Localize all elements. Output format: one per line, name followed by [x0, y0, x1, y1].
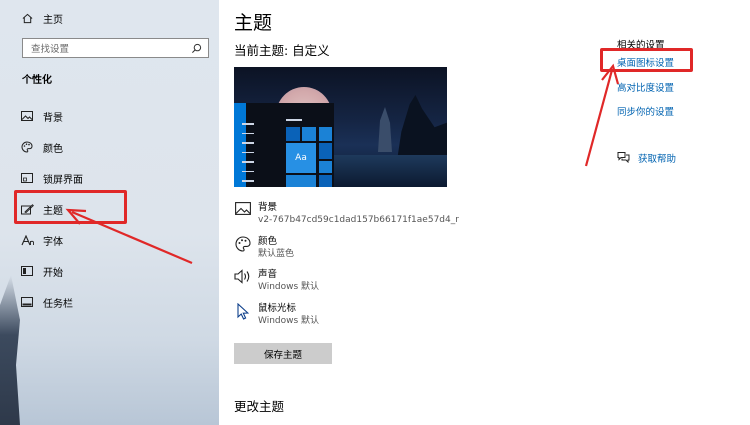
search-input[interactable]: 查找设置 — [22, 38, 209, 58]
cursor-icon — [234, 303, 252, 321]
image-icon — [18, 109, 36, 123]
preview-window: Aa — [234, 103, 334, 187]
wallpaper-silhouette — [0, 275, 20, 425]
theme-preview: Aa — [234, 67, 447, 187]
sidebar-item-label: 颜色 — [43, 143, 63, 155]
preview-tile — [302, 127, 316, 141]
image-icon — [234, 202, 252, 220]
sidebar-item-lock-screen[interactable]: 锁屏界面 — [18, 167, 213, 189]
sidebar-item-label: 开始 — [43, 267, 63, 279]
highlight-box-desktop-icon — [600, 48, 693, 72]
preview-tile — [319, 127, 332, 141]
start-icon — [18, 264, 36, 278]
sidebar-item-start[interactable]: 开始 — [18, 260, 213, 282]
property-value: 默认蓝色 — [258, 249, 295, 259]
taskbar-icon — [18, 295, 36, 309]
page-title: 主题 — [234, 12, 273, 34]
sidebar-item-label: 字体 — [43, 236, 63, 248]
sidebar-item-background[interactable]: 背景 — [18, 105, 213, 127]
highlight-box-themes — [14, 190, 127, 224]
property-name: 声音 — [258, 269, 278, 280]
link-sync-settings[interactable]: 同步你的设置 — [617, 104, 674, 118]
property-sound[interactable]: 声音 Windows 默认 — [234, 269, 319, 293]
settings-sidebar: 主页 查找设置 个性化 背景 颜色 锁屏界面 主题 字体 开始 任务栏 — [0, 0, 219, 425]
home-nav-item[interactable]: 主页 — [22, 9, 63, 28]
sidebar-item-colors[interactable]: 颜色 — [18, 136, 213, 158]
link-high-contrast-settings[interactable]: 高对比度设置 — [617, 80, 674, 94]
speaker-icon — [234, 269, 252, 287]
preview-menu-lines — [242, 123, 254, 187]
preview-tile — [319, 175, 332, 187]
search-icon — [191, 39, 202, 58]
current-theme-heading: 当前主题: 自定义 — [234, 43, 330, 58]
save-theme-button[interactable]: 保存主题 — [234, 343, 332, 364]
property-cursor[interactable]: 鼠标光标 Windows 默认 — [234, 303, 319, 327]
property-name: 背景 — [258, 202, 278, 213]
change-theme-heading: 更改主题 — [234, 399, 285, 414]
property-name: 颜色 — [258, 236, 278, 247]
home-label: 主页 — [43, 14, 63, 26]
palette-icon — [18, 140, 36, 154]
search-placeholder: 查找设置 — [31, 44, 70, 55]
sidebar-item-label: 锁屏界面 — [43, 174, 83, 186]
get-help-label: 获取帮助 — [638, 153, 677, 165]
property-color[interactable]: 颜色 默认蓝色 — [234, 236, 294, 260]
preview-rock — [378, 107, 392, 152]
preview-tile — [286, 127, 300, 141]
preview-water — [334, 155, 447, 187]
get-help-link[interactable]: 获取帮助 — [617, 148, 676, 167]
preview-tile — [319, 143, 332, 159]
preview-header-line — [286, 119, 302, 121]
preview-tile — [319, 161, 332, 173]
property-value: Windows 默认 — [258, 282, 320, 292]
font-icon — [18, 233, 36, 247]
property-name: 鼠标光标 — [258, 303, 297, 314]
palette-icon — [234, 236, 252, 254]
section-title-personalization: 个性化 — [22, 75, 52, 86]
sidebar-item-taskbar[interactable]: 任务栏 — [18, 291, 213, 313]
preview-accent-tile: Aa — [286, 143, 316, 173]
home-icon — [22, 9, 33, 28]
sidebar-item-label: 任务栏 — [43, 298, 73, 310]
sidebar-item-label: 背景 — [43, 112, 63, 124]
lock-screen-icon — [18, 171, 36, 185]
chat-bubble-icon — [617, 148, 630, 167]
sidebar-item-fonts[interactable]: 字体 — [18, 229, 213, 251]
property-background[interactable]: 背景 v2-767b47cd59c1dad157b66171f1ae57d4_r — [234, 202, 459, 226]
arrow-to-desktop-icon — [584, 69, 614, 167]
property-value: Windows 默认 — [258, 316, 320, 326]
property-value: v2-767b47cd59c1dad157b66171f1ae57d4_r — [258, 215, 459, 225]
preview-tile — [286, 175, 316, 187]
